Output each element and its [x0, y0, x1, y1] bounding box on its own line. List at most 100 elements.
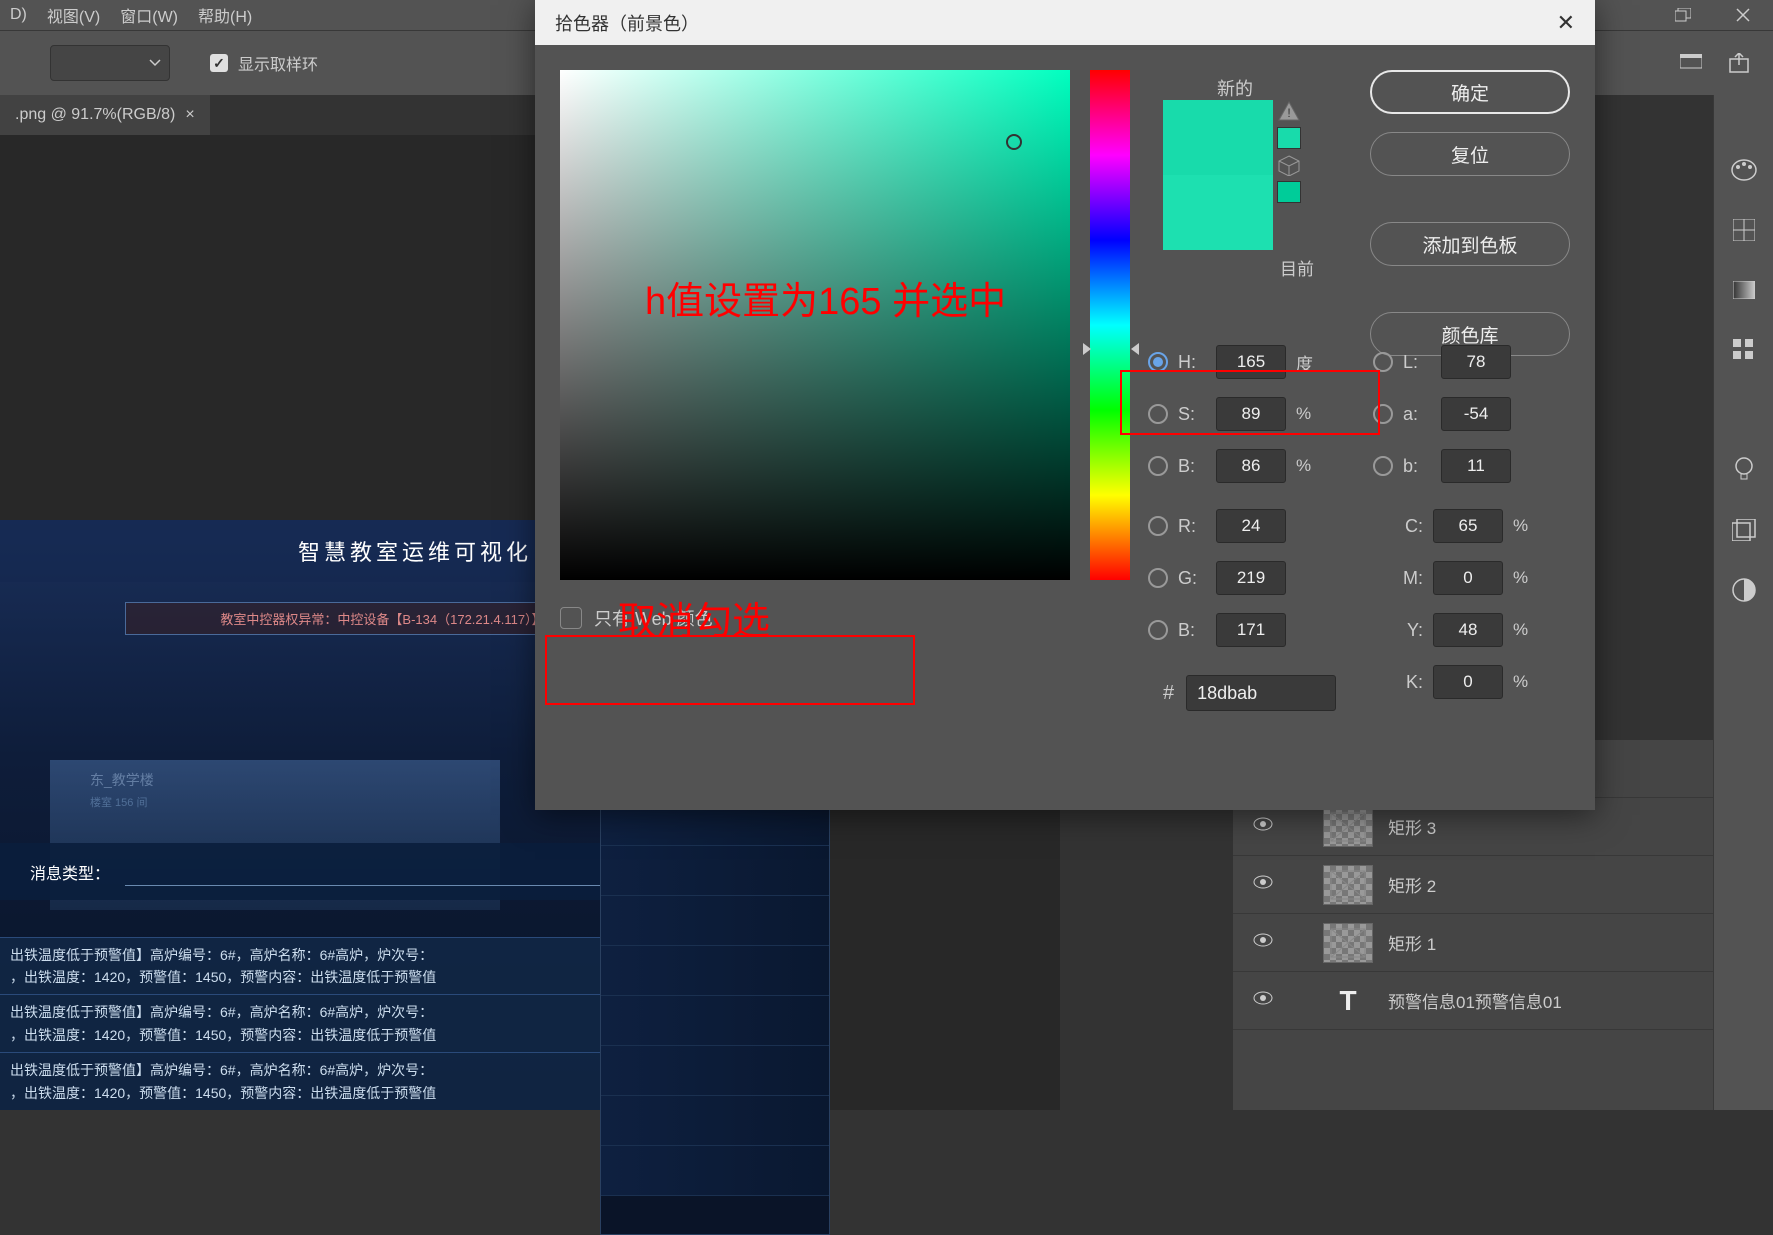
- cube-icon[interactable]: [1277, 154, 1301, 176]
- share-icon[interactable]: [1725, 49, 1753, 77]
- layer-name: 矩形 1: [1388, 930, 1436, 955]
- ok-button[interactable]: 确定: [1370, 70, 1570, 114]
- r-radio[interactable]: [1148, 516, 1168, 536]
- b-input[interactable]: [1216, 449, 1286, 483]
- dialog-titlebar[interactable]: 拾色器（前景色） ✕: [535, 0, 1595, 45]
- contrast-icon[interactable]: [1729, 575, 1759, 605]
- hue-indicator: [1131, 343, 1139, 355]
- h-input[interactable]: [1216, 345, 1286, 379]
- l-radio[interactable]: [1373, 352, 1393, 372]
- lab-b-label: b:: [1403, 456, 1431, 477]
- side-list-preview: [600, 795, 830, 1235]
- warning-column: !: [1277, 100, 1301, 203]
- c-label: C:: [1395, 516, 1423, 537]
- color-swatch-pair: [1163, 100, 1273, 250]
- y-input[interactable]: [1433, 613, 1503, 647]
- new-color-swatch[interactable]: [1163, 100, 1273, 175]
- rgb-b-label: B:: [1178, 620, 1206, 641]
- menu-item-view[interactable]: 视图(V): [47, 3, 100, 27]
- hue-slider[interactable]: [1090, 70, 1130, 580]
- restore-button[interactable]: [1653, 0, 1713, 30]
- layer-thumb: [1323, 865, 1373, 905]
- dialog-buttons: 确定 复位 添加到色板 颜色库: [1370, 70, 1570, 356]
- layer-row[interactable]: 矩形 2: [1233, 856, 1713, 914]
- unit-pct: %: [1513, 516, 1537, 536]
- unit-pct: %: [1513, 620, 1537, 640]
- c-input[interactable]: [1433, 509, 1503, 543]
- visibility-icon[interactable]: [1253, 991, 1273, 1011]
- show-sample-ring-checkbox[interactable]: ✓: [210, 54, 228, 72]
- k-input[interactable]: [1433, 665, 1503, 699]
- r-input[interactable]: [1216, 509, 1286, 543]
- k-label: K:: [1395, 672, 1423, 693]
- current-color-label: 目前: [1280, 255, 1314, 280]
- b-radio[interactable]: [1148, 456, 1168, 476]
- sv-cursor: [1006, 134, 1022, 150]
- l-label: L:: [1403, 352, 1431, 373]
- g-input[interactable]: [1216, 561, 1286, 595]
- y-label: Y:: [1395, 620, 1423, 641]
- menu-item-window[interactable]: 窗口(W): [120, 3, 178, 27]
- menu-item[interactable]: D): [10, 6, 27, 24]
- rgb-b-radio[interactable]: [1148, 620, 1168, 640]
- menu-item-help[interactable]: 帮助(H): [198, 3, 252, 27]
- document-tab-label: .png @ 91.7%(RGB/8): [15, 106, 175, 124]
- websafe-swatch[interactable]: [1277, 181, 1301, 203]
- gradient-icon[interactable]: [1729, 275, 1759, 305]
- current-color-swatch[interactable]: [1163, 175, 1273, 250]
- sample-size-dropdown[interactable]: [50, 45, 170, 81]
- show-sample-ring-label: 显示取样环: [238, 51, 318, 75]
- svg-text:!: !: [1287, 106, 1290, 120]
- rgb-b-input[interactable]: [1216, 613, 1286, 647]
- pattern-icon[interactable]: [1729, 335, 1759, 365]
- s-label: S:: [1178, 404, 1206, 425]
- gamut-swatch[interactable]: [1277, 127, 1301, 149]
- saturation-value-box[interactable]: [560, 70, 1070, 580]
- hex-input[interactable]: [1186, 675, 1336, 711]
- window-controls: [1653, 0, 1773, 30]
- r-label: R:: [1178, 516, 1206, 537]
- color-picker-dialog: 拾色器（前景色） ✕ 新的 目前 ! 确定 复位 添加到色板 颜色库: [535, 0, 1595, 810]
- web-only-row: 只有 Web 颜色: [560, 605, 713, 631]
- visibility-icon[interactable]: [1253, 875, 1273, 895]
- layer-name: 矩形 2: [1388, 872, 1436, 897]
- close-tab-icon[interactable]: ×: [185, 106, 194, 124]
- m-input[interactable]: [1433, 561, 1503, 595]
- text-layer-icon: T: [1323, 985, 1373, 1017]
- unit-pct: %: [1513, 568, 1537, 588]
- s-radio[interactable]: [1148, 404, 1168, 424]
- swatches-icon[interactable]: [1729, 215, 1759, 245]
- lab-b-input[interactable]: [1441, 449, 1511, 483]
- s-input[interactable]: [1216, 397, 1286, 431]
- dialog-title: 拾色器（前景色）: [555, 10, 699, 36]
- add-to-swatches-button[interactable]: 添加到色板: [1370, 222, 1570, 266]
- library-icon[interactable]: [1729, 515, 1759, 545]
- query-label: 消息类型：: [30, 860, 110, 884]
- a-radio[interactable]: [1373, 404, 1393, 424]
- panel-toggle-icon[interactable]: [1677, 49, 1705, 77]
- layer-row[interactable]: 矩形 1: [1233, 914, 1713, 972]
- layer-name: 预警信息01预警信息01: [1388, 988, 1562, 1013]
- hue-indicator: [1083, 343, 1091, 355]
- h-radio[interactable]: [1148, 352, 1168, 372]
- visibility-icon[interactable]: [1253, 933, 1273, 953]
- g-radio[interactable]: [1148, 568, 1168, 588]
- lab-b-radio[interactable]: [1373, 456, 1393, 476]
- bulb-icon[interactable]: [1729, 455, 1759, 485]
- l-input[interactable]: [1441, 345, 1511, 379]
- b-label: B:: [1178, 456, 1206, 477]
- layer-row[interactable]: T 预警信息01预警信息01: [1233, 972, 1713, 1030]
- m-label: M:: [1395, 568, 1423, 589]
- visibility-icon[interactable]: [1253, 817, 1273, 837]
- web-only-checkbox[interactable]: [560, 607, 582, 629]
- close-button[interactable]: [1713, 0, 1773, 30]
- dialog-close-icon[interactable]: ✕: [1557, 10, 1575, 36]
- gamut-warning-icon[interactable]: !: [1277, 100, 1301, 122]
- layer-thumb: [1323, 807, 1373, 847]
- reset-button[interactable]: 复位: [1370, 132, 1570, 176]
- palette-icon[interactable]: [1729, 155, 1759, 185]
- a-input[interactable]: [1441, 397, 1511, 431]
- unit-pct: %: [1296, 404, 1320, 424]
- new-color-label: 新的: [1180, 75, 1290, 101]
- document-tab[interactable]: .png @ 91.7%(RGB/8) ×: [0, 95, 210, 135]
